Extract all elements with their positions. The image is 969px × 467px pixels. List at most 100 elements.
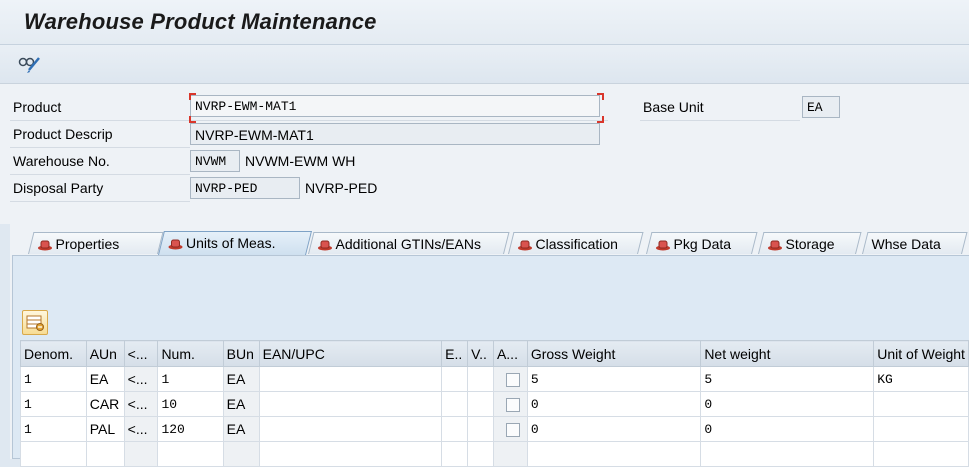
descrip-row: Product Descrip [10, 121, 190, 148]
cell-net-weight[interactable]: 0 [700, 416, 875, 442]
checkbox[interactable] [505, 373, 520, 388]
warehouse-field[interactable]: NVWM [190, 150, 240, 172]
tab-label: Properties [55, 236, 120, 252]
descrip-label: Product Descrip [13, 126, 113, 142]
cell-empty[interactable] [85, 441, 125, 467]
cell-v[interactable] [467, 416, 494, 442]
base-unit-field[interactable]: EA [802, 96, 840, 118]
cell-empty [492, 441, 528, 467]
tab-storage[interactable]: Storage [758, 232, 862, 254]
tab-label: Additional GTINs/EANs [335, 236, 481, 252]
base-unit-label: Base Unit [643, 99, 704, 115]
col-header-gross-weight[interactable]: Gross Weight [526, 340, 702, 367]
warehouse-label: Warehouse No. [13, 153, 110, 169]
cell-empty [222, 441, 260, 467]
cell-denom[interactable]: 1 [20, 416, 87, 442]
col-header-net-weight[interactable]: Net weight [700, 340, 875, 367]
checkbox[interactable] [505, 398, 520, 413]
cell-num[interactable]: 10 [157, 391, 224, 417]
col-header-lt[interactable]: <... [123, 340, 159, 367]
col-header-aun[interactable]: AUn [85, 340, 125, 367]
focus-corner [597, 93, 604, 100]
col-header-e[interactable]: E.. [441, 340, 469, 367]
hat-icon [317, 238, 332, 251]
tab-label: Classification [535, 236, 618, 252]
cell-empty[interactable] [700, 441, 875, 467]
cell-num[interactable]: 120 [157, 416, 224, 442]
tab-whse-data[interactable]: Whse Data [862, 232, 968, 254]
cell-ean[interactable] [258, 416, 443, 442]
col-header-unit-of-weight[interactable]: Unit of Weight [873, 340, 969, 367]
tab-additional-gtins[interactable]: Additional GTINs/EANs [308, 232, 510, 254]
cell-ean[interactable] [258, 391, 443, 417]
cell-empty[interactable] [258, 441, 443, 467]
cell-num[interactable]: 1 [157, 366, 224, 392]
table-row: 1 PAL <... 120 EA 0 0 [20, 416, 969, 442]
col-header-num[interactable]: Num. [157, 340, 224, 367]
cell-lt: <... [123, 366, 159, 392]
tab-label: Units of Meas. [185, 235, 276, 251]
tab-classification[interactable]: Classification [508, 232, 644, 254]
cell-denom[interactable]: 1 [20, 391, 87, 417]
cell-gross-weight[interactable]: 5 [526, 366, 702, 392]
cell-empty[interactable] [441, 441, 469, 467]
cell-empty[interactable] [873, 441, 969, 467]
cell-a [492, 416, 528, 442]
table-settings-icon[interactable] [22, 310, 48, 335]
col-header-denom[interactable]: Denom. [20, 340, 87, 367]
col-header-bun[interactable]: BUn [222, 340, 260, 367]
descrip-field[interactable]: NVRP-EWM-MAT1 [190, 123, 600, 145]
cell-a [492, 391, 528, 417]
cell-empty[interactable] [467, 441, 494, 467]
base-unit-row: Base Unit [640, 94, 800, 121]
col-header-v[interactable]: V.. [467, 340, 494, 367]
units-table: Denom. AUn <... Num. BUn EAN/UPC E.. V..… [20, 340, 969, 467]
page-title: Warehouse Product Maintenance [24, 9, 377, 34]
product-label: Product [13, 99, 62, 115]
cell-aun[interactable]: EA [85, 366, 125, 392]
cell-e[interactable] [441, 391, 469, 417]
cell-net-weight[interactable]: 0 [700, 391, 875, 417]
tab-properties[interactable]: Properties [28, 232, 164, 254]
product-field[interactable]: NVRP-EWM-MAT1 [190, 95, 600, 117]
cell-bun: EA [222, 416, 260, 442]
cell-v[interactable] [467, 391, 494, 417]
cell-net-weight[interactable]: 5 [700, 366, 875, 392]
glasses-pencil-icon[interactable] [17, 53, 41, 75]
tab-units-of-meas[interactable]: Units of Meas. [158, 231, 312, 255]
cell-aun[interactable]: CAR [85, 391, 125, 417]
cell-e[interactable] [441, 416, 469, 442]
cell-ean[interactable] [258, 366, 443, 392]
hat-icon [37, 238, 52, 251]
disposal-field[interactable]: NVRP-PED [190, 177, 300, 199]
hat-icon [655, 238, 670, 251]
cell-unit-of-weight[interactable]: KG [873, 366, 969, 392]
cell-gross-weight[interactable]: 0 [526, 416, 702, 442]
cell-lt: <... [123, 391, 159, 417]
focus-corner [597, 116, 604, 123]
hat-icon [767, 238, 782, 251]
disposal-text: NVRP-PED [305, 180, 378, 196]
cell-lt: <... [123, 416, 159, 442]
title-bar: Warehouse Product Maintenance [0, 0, 969, 45]
cell-unit-of-weight[interactable] [873, 416, 969, 442]
cell-denom[interactable]: 1 [20, 366, 87, 392]
disposal-row: Disposal Party [10, 175, 190, 202]
cell-e[interactable] [441, 366, 469, 392]
tab-pkg-data[interactable]: Pkg Data [646, 232, 758, 254]
warehouse-row: Warehouse No. [10, 148, 190, 175]
cell-aun[interactable]: PAL [85, 416, 125, 442]
cell-v[interactable] [467, 366, 494, 392]
cell-empty[interactable] [157, 441, 224, 467]
cell-gross-weight[interactable]: 0 [526, 391, 702, 417]
cell-a [492, 366, 528, 392]
col-header-a[interactable]: A... [492, 340, 528, 367]
cell-unit-of-weight[interactable] [873, 391, 969, 417]
col-header-ean[interactable]: EAN/UPC [258, 340, 443, 367]
cell-empty[interactable] [526, 441, 702, 467]
disposal-label: Disposal Party [13, 180, 104, 196]
cell-empty[interactable] [20, 441, 87, 467]
checkbox[interactable] [505, 423, 520, 438]
cell-bun: EA [222, 391, 260, 417]
table-row: 1 EA <... 1 EA 5 5 KG [20, 366, 969, 392]
